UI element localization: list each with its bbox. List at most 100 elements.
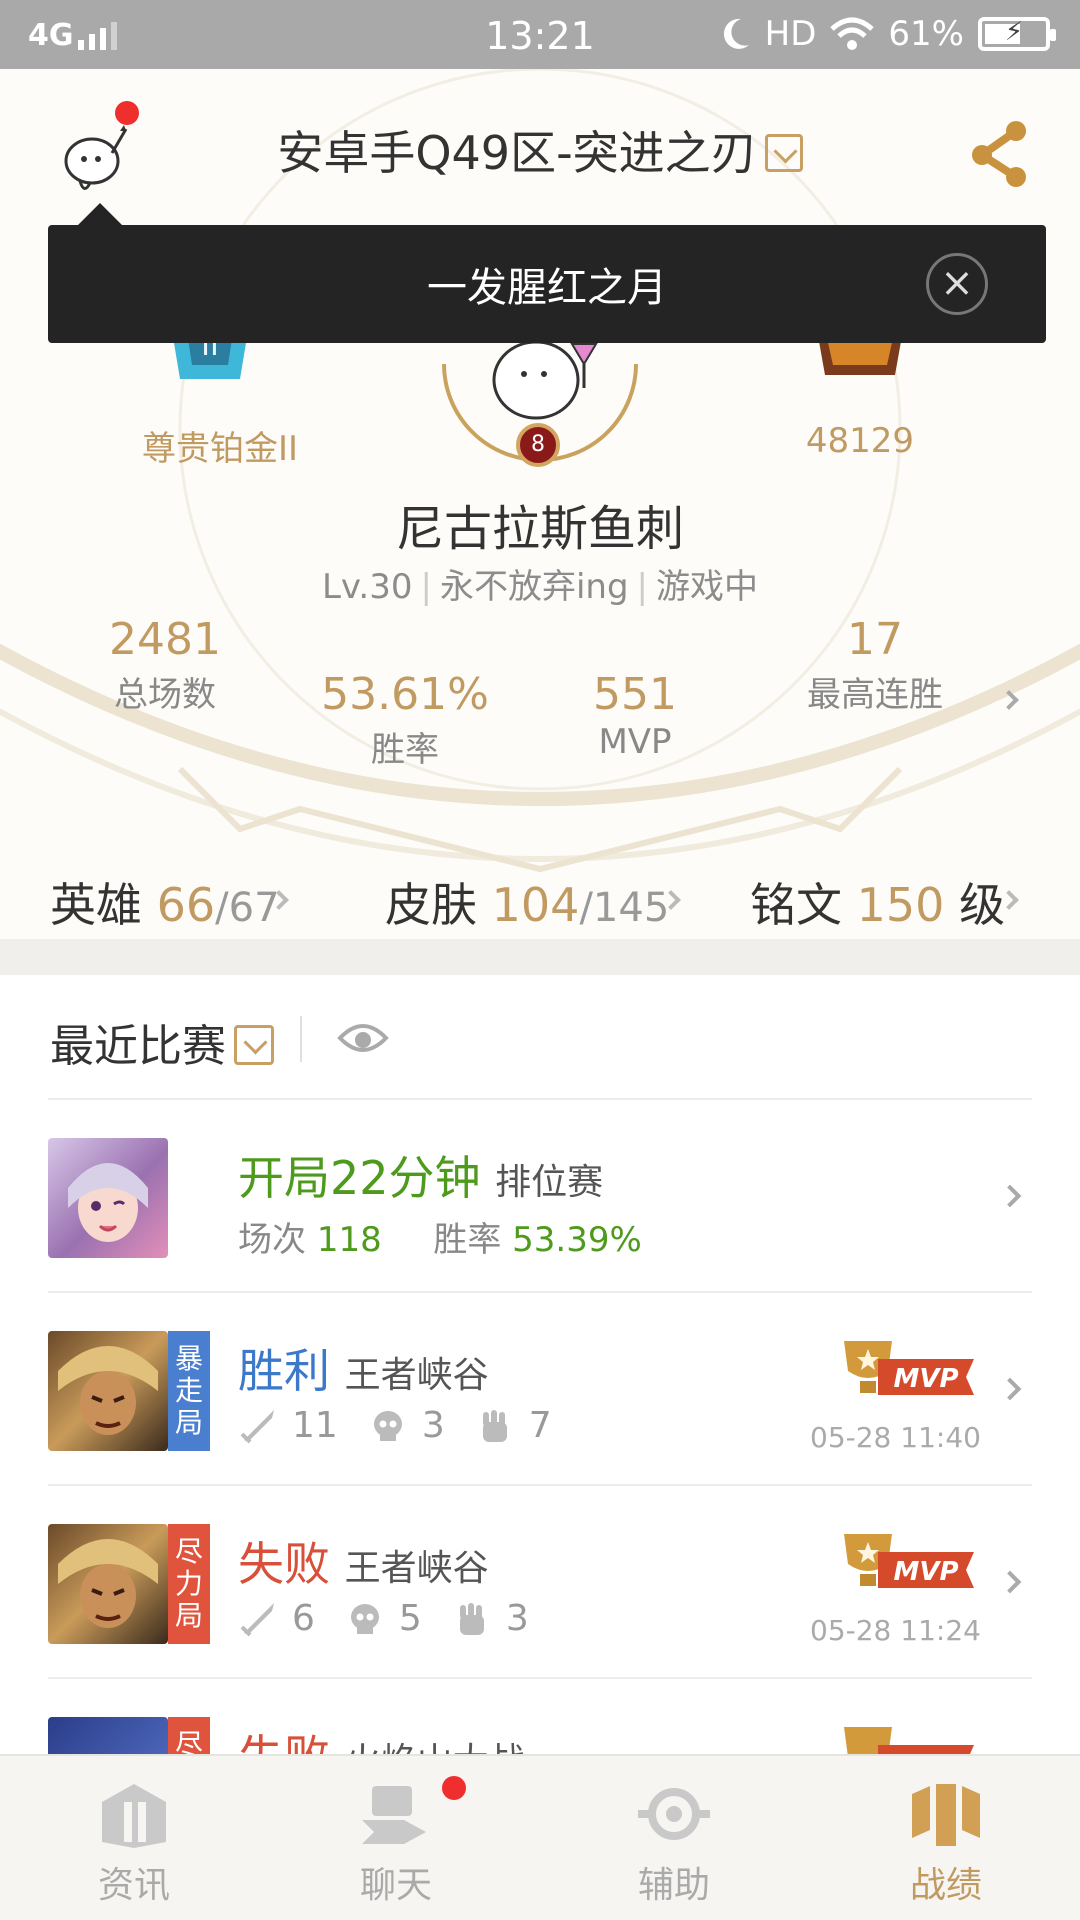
stat-mvp: 551 MVP xyxy=(560,669,710,762)
profile-header: 安卓手Q49区-突进之刃 II 尊贵铂金II 8 48129 一发腥红之月 × … xyxy=(0,69,1080,939)
nav-record[interactable]: 战绩 xyxy=(846,1780,1046,1908)
kda-stats: 11 3 7 xyxy=(238,1405,552,1446)
stat-value: 53.61% xyxy=(321,669,489,720)
stat-label: MVP xyxy=(598,722,672,762)
chevron-right-icon xyxy=(998,1377,1022,1401)
skins-label: 皮肤 xyxy=(385,878,477,932)
nav-label: 聊天 xyxy=(359,1865,432,1906)
heroes-label: 英雄 xyxy=(50,878,142,932)
player-subtitle: Lv.30 | 永不放弃ing | 游戏中 xyxy=(321,567,758,607)
rank-label[interactable]: 尊贵铂金II xyxy=(100,421,340,470)
hero-thumbnail xyxy=(48,1524,168,1644)
kills: 6 xyxy=(292,1598,315,1639)
chat-icon xyxy=(362,1786,426,1844)
match-result: 失败 xyxy=(238,1730,330,1754)
match-result: 胜利 xyxy=(238,1344,330,1398)
mvp-badge-icon: MVP xyxy=(844,1341,974,1395)
nav-news[interactable]: 资讯 xyxy=(34,1780,234,1908)
summary-title: 开局22分钟 排位赛 xyxy=(238,1142,603,1208)
match-date: 05-28 11:24 xyxy=(810,1614,981,1647)
match-row[interactable]: 尽力局 失败 王者峡谷 6 5 3 MVP 05-28 11:24 xyxy=(48,1484,1032,1676)
stat-max-streak[interactable]: 17 最高连胜 xyxy=(790,614,960,716)
dropdown-icon xyxy=(234,1025,274,1065)
winrate-value: 53.39% xyxy=(512,1220,642,1260)
match-tag: 尽力局 xyxy=(168,1524,210,1644)
server-title: 安卓手Q49区-突进之刃 xyxy=(277,126,757,180)
runes-level: 150 xyxy=(856,878,945,932)
eye-icon[interactable] xyxy=(336,1018,390,1058)
nav-label: 资讯 xyxy=(97,1865,170,1906)
nav-assist[interactable]: 辅助 xyxy=(574,1780,774,1908)
deaths: 3 xyxy=(421,1405,445,1446)
match-date: 05-28 11:40 xyxy=(810,1421,981,1454)
assists: 3 xyxy=(505,1598,529,1639)
match-row[interactable]: 尽 失败 火焰山大战 xyxy=(48,1677,1032,1754)
recent-matches-selector[interactable]: 最近比赛 xyxy=(50,1010,274,1074)
summary-stats: 场次 118 胜率 53.39% xyxy=(238,1212,642,1261)
status-bar: 4G 13:21 HD 61% ⚡ xyxy=(0,0,1080,69)
hero-thumbnail xyxy=(48,1331,168,1451)
skull-icon xyxy=(350,1603,379,1634)
hero-thumbnail xyxy=(48,1717,168,1754)
moon-icon xyxy=(723,18,749,49)
kills: 11 xyxy=(292,1405,338,1446)
battery-icon: ⚡ xyxy=(978,17,1056,51)
record-icon xyxy=(912,1784,980,1846)
battery-percent: 61% xyxy=(888,14,964,54)
stat-value: 17 xyxy=(847,614,903,665)
assist-icon xyxy=(638,1788,710,1840)
dropdown-icon xyxy=(764,133,803,172)
match-title: 失败 王者峡谷 xyxy=(238,1528,489,1594)
nav-chat[interactable]: 聊天 xyxy=(296,1780,496,1908)
sword-icon xyxy=(240,1409,274,1443)
nav-label: 辅助 xyxy=(637,1865,710,1906)
svg-text:MVP: MVP xyxy=(893,1557,958,1587)
wifi-icon xyxy=(830,17,875,50)
mvp-badge-icon xyxy=(844,1727,974,1754)
divider xyxy=(300,1016,302,1062)
match-tag: 尽 xyxy=(168,1717,210,1754)
match-tag: 暴走局 xyxy=(168,1331,210,1451)
sword-icon xyxy=(240,1602,274,1636)
match-map: 王者峡谷 xyxy=(344,1548,489,1589)
summary-headline: 开局22分钟 xyxy=(238,1151,481,1205)
player-signature: 永不放弃ing xyxy=(439,567,629,607)
nav-label: 战绩 xyxy=(909,1865,982,1906)
assist-hand-icon xyxy=(459,1602,484,1635)
stat-label: 最高连胜 xyxy=(807,675,943,715)
close-icon[interactable]: × xyxy=(926,253,988,315)
runes-unit: 级 xyxy=(959,878,1006,932)
winrate-label: 胜率 xyxy=(433,1220,502,1260)
summary-mode: 排位赛 xyxy=(495,1162,604,1203)
player-state: 游戏中 xyxy=(656,567,758,607)
summary-row[interactable]: 开局22分钟 排位赛 场次 118 胜率 53.39% xyxy=(48,1098,1032,1290)
section-divider xyxy=(0,939,1080,975)
heroes-link[interactable]: 英雄 66/67 xyxy=(50,869,280,935)
chevron-right-icon xyxy=(998,1184,1022,1208)
recent-matches-title: 最近比赛 xyxy=(50,1021,226,1072)
runes-link[interactable]: 铭文 150 级 xyxy=(750,869,1005,935)
games-value: 118 xyxy=(316,1220,382,1260)
match-map: 王者峡谷 xyxy=(344,1355,489,1396)
match-result: 失败 xyxy=(238,1537,330,1591)
runes-label: 铭文 xyxy=(750,878,842,932)
match-title: 胜利 王者峡谷 xyxy=(238,1335,489,1401)
match-row[interactable]: 暴走局 胜利 王者峡谷 11 3 7 MVP 05-28 11:40 xyxy=(48,1291,1032,1483)
mvp-badge-icon: MVP xyxy=(844,1534,974,1588)
stat-value: 551 xyxy=(593,669,677,720)
skull-icon xyxy=(373,1410,402,1441)
share-icon[interactable] xyxy=(970,119,1030,189)
assist-hand-icon xyxy=(482,1409,507,1442)
skins-total: /145 xyxy=(579,885,670,931)
heroes-total: /67 xyxy=(215,885,280,931)
power-label[interactable]: 48129 xyxy=(750,421,970,461)
match-map: 火焰山大战 xyxy=(345,1741,525,1754)
chevron-right-icon xyxy=(998,1570,1022,1594)
skins-link[interactable]: 皮肤 104/145 xyxy=(385,869,669,935)
stat-label: 胜率 xyxy=(371,730,439,770)
level-badge: 8 xyxy=(516,423,560,467)
svg-text:MVP: MVP xyxy=(893,1364,958,1394)
games-label: 场次 xyxy=(238,1220,306,1260)
hero-thumbnail xyxy=(48,1138,168,1258)
server-selector[interactable]: 安卓手Q49区-突进之刃 xyxy=(0,117,1080,183)
